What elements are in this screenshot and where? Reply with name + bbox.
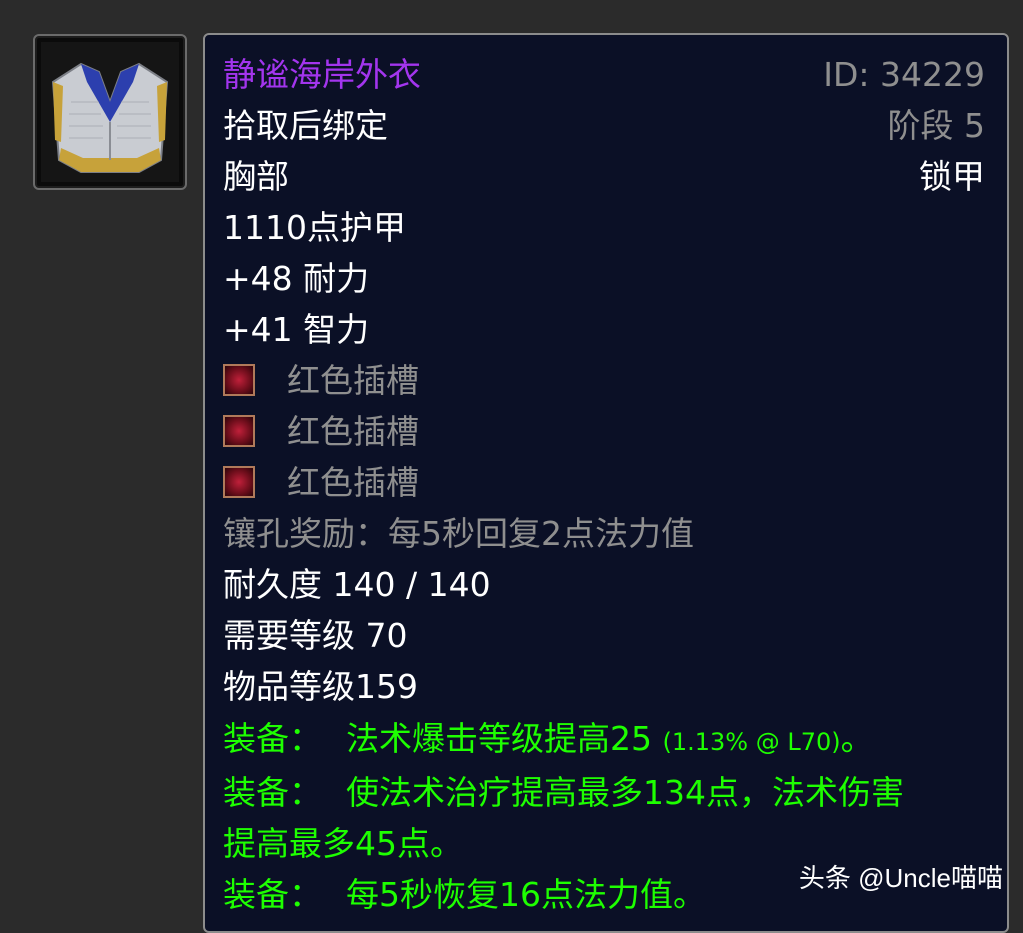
equip-effect-3: 装备： 每5秒恢复16点法力值。	[223, 875, 706, 915]
equip-effect-2-cont: 提高最多45点。	[223, 824, 463, 864]
socket-label: 红色插槽	[287, 412, 419, 451]
item-id: ID: 34229	[823, 55, 985, 95]
item-icon-frame[interactable]	[33, 34, 187, 190]
item-level: 物品等级159	[223, 667, 418, 707]
required-level: 需要等级 70	[223, 616, 407, 656]
mail-chest-armor-icon	[41, 42, 179, 182]
equip-prefix: 装备：	[223, 875, 322, 914]
armor-type-text: 锁甲	[919, 157, 985, 197]
watermark: 头条 @Uncle喵喵	[799, 858, 1003, 895]
red-socket-icon	[223, 364, 255, 396]
equip-prefix: 装备：	[223, 719, 322, 758]
socket-label: 红色插槽	[287, 463, 419, 502]
socket-row: 红色插槽	[223, 463, 419, 503]
socket-label: 红色插槽	[287, 361, 419, 400]
socket-row: 红色插槽	[223, 412, 419, 452]
socket-bonus: 镶孔奖励：每5秒回复2点法力值	[223, 514, 694, 554]
item-name[interactable]: 静谧海岸外衣	[223, 55, 421, 95]
armor-value: 1110点护甲	[223, 208, 406, 248]
stat-intellect: +41 智力	[223, 310, 369, 350]
equip-prefix: 装备：	[223, 773, 322, 812]
equip-extra: (1.13% @ L70)	[663, 728, 841, 756]
binding-text: 拾取后绑定	[223, 106, 388, 146]
item-tooltip: 静谧海岸外衣 ID: 34229 拾取后绑定 阶段 5 胸部 锁甲 1110点护…	[203, 33, 1009, 933]
equip-text: 法术爆击等级提高25	[346, 719, 652, 758]
equip-effect-2: 装备： 使法术治疗提高最多134点，法术伤害	[223, 773, 904, 813]
phase-text: 阶段 5	[888, 106, 986, 146]
equip-suffix: 。	[841, 719, 874, 758]
equip-text: 使法术治疗提高最多134点，法术伤害	[346, 773, 904, 812]
equip-effect-1: 装备： 法术爆击等级提高25 (1.13% @ L70)。	[223, 719, 874, 762]
durability: 耐久度 140 / 140	[223, 565, 491, 605]
equip-text: 每5秒恢复16点法力值。	[346, 875, 706, 914]
socket-row: 红色插槽	[223, 361, 419, 401]
red-socket-icon	[223, 466, 255, 498]
stat-stamina: +48 耐力	[223, 259, 369, 299]
slot-text: 胸部	[223, 157, 289, 197]
red-socket-icon	[223, 415, 255, 447]
